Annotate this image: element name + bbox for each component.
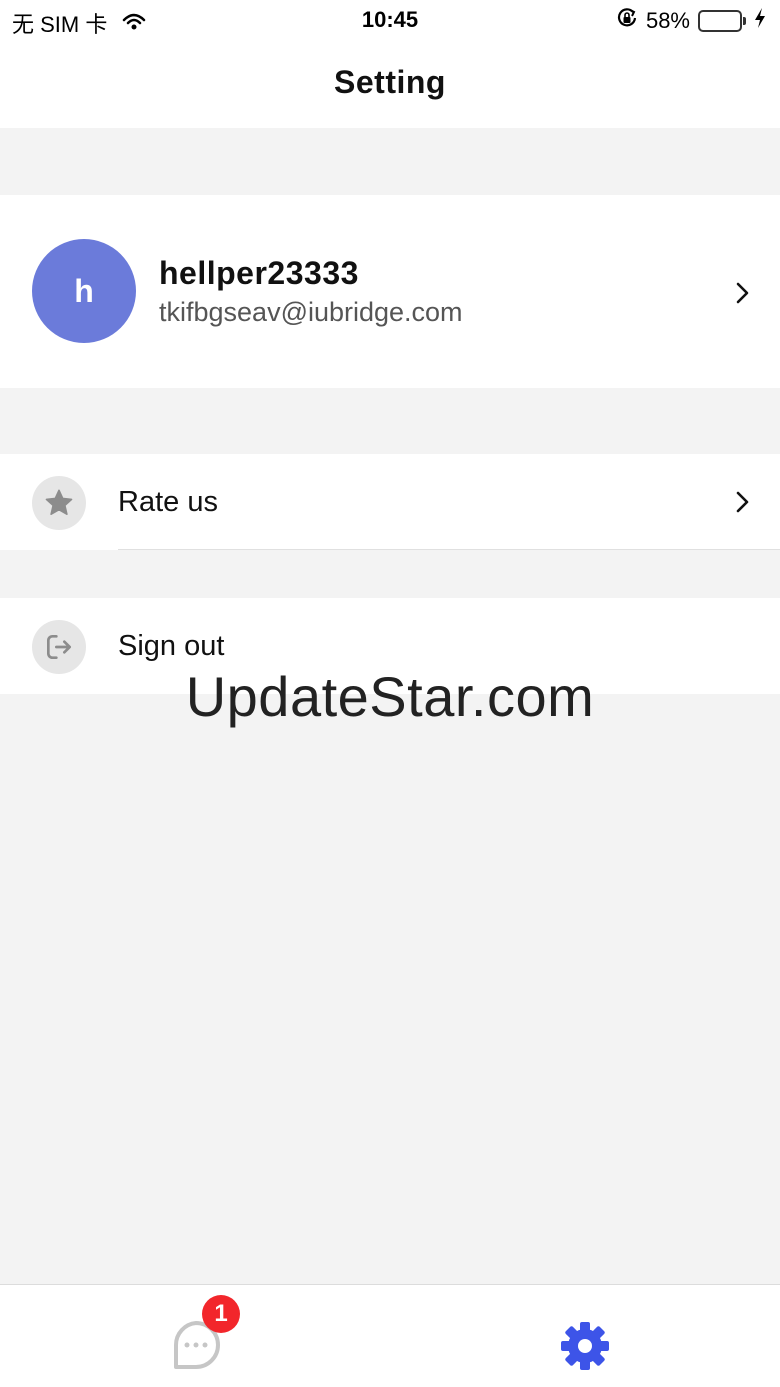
navigation-bar: Setting: [0, 40, 780, 128]
rotation-lock-icon: [616, 7, 638, 35]
rate-us-label: Rate us: [118, 486, 218, 518]
chevron-right-icon: [736, 282, 749, 304]
status-bar: 无 SIM 卡 10:45 58%: [0, 0, 780, 40]
tab-bar: [0, 1284, 780, 1387]
battery-icon: [698, 10, 746, 32]
watermark: UpdateStar.com: [185, 665, 595, 728]
star-icon: [32, 476, 86, 530]
page-title: Setting: [334, 64, 446, 100]
battery-percent: 58%: [645, 8, 690, 33]
divider: [118, 549, 780, 550]
email: tkifbgseav@iubridge.com: [159, 297, 463, 327]
charging-icon: [754, 7, 766, 35]
chevron-right-icon: [736, 491, 749, 513]
avatar: h: [32, 239, 136, 343]
username: hellper23333: [159, 255, 359, 291]
tab-settings[interactable]: [525, 1295, 645, 1375]
notification-badge: 1: [202, 1295, 240, 1333]
sign-out-label: Sign out: [118, 630, 225, 662]
rate-us-row[interactable]: Rate us: [0, 454, 780, 550]
gear-icon: [561, 1322, 609, 1370]
profile-card[interactable]: h hellper23333 tkifbgseav@iubridge.com: [0, 195, 780, 388]
status-right: 58%: [616, 7, 766, 35]
